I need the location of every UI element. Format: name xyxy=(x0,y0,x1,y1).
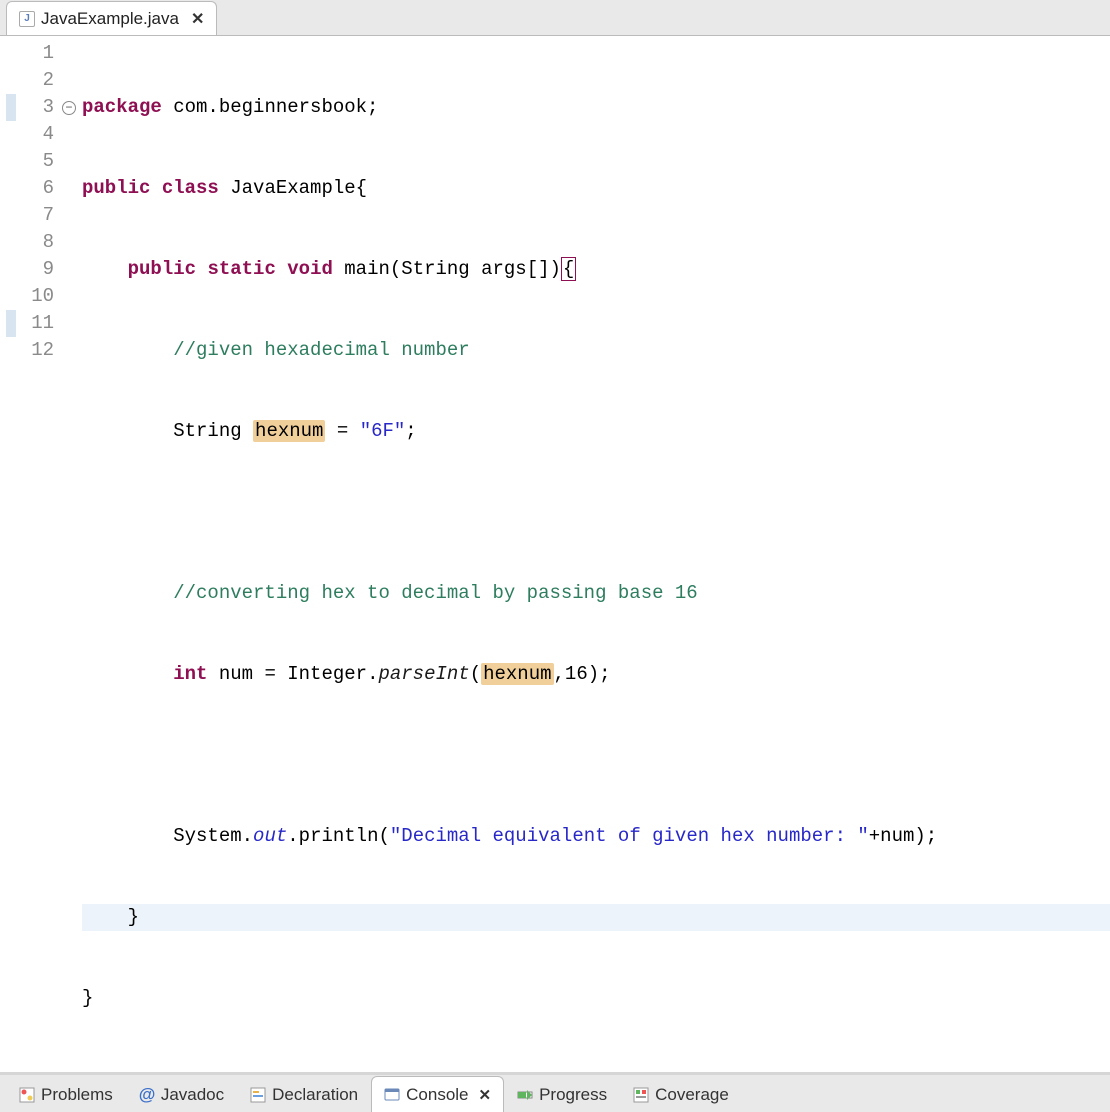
progress-icon xyxy=(517,1087,533,1103)
tab-declaration[interactable]: Declaration xyxy=(237,1076,371,1112)
close-tab-icon[interactable]: ✕ xyxy=(191,9,204,29)
editor-tab-filename: JavaExample.java xyxy=(41,9,179,29)
tab-progress[interactable]: Progress xyxy=(504,1076,620,1112)
panel-tabbar: Problems @ Javadoc Declaration Console ✕… xyxy=(0,1075,1110,1112)
console-icon xyxy=(384,1087,400,1103)
close-console-icon[interactable]: ✕ xyxy=(479,1086,492,1104)
fold-gutter: − xyxy=(60,40,78,1066)
tab-coverage[interactable]: Coverage xyxy=(620,1076,742,1112)
java-file-icon: J xyxy=(19,11,35,27)
javadoc-icon: @ xyxy=(139,1087,155,1103)
bottom-panel: Problems @ Javadoc Declaration Console ✕… xyxy=(0,1072,1110,1112)
editor-tab[interactable]: J JavaExample.java ✕ xyxy=(6,1,217,35)
marker-gutter xyxy=(0,40,18,1066)
tab-console[interactable]: Console ✕ xyxy=(371,1076,504,1112)
problems-icon xyxy=(19,1087,35,1103)
code-editor[interactable]: 1 2 3 4 5 6 7 8 9 10 11 12 − package com… xyxy=(0,36,1110,1072)
tab-javadoc[interactable]: @ Javadoc xyxy=(126,1076,237,1112)
coverage-icon xyxy=(633,1087,649,1103)
code-content[interactable]: package com.beginnersbook; public class … xyxy=(78,40,1110,1066)
fold-toggle-icon[interactable]: − xyxy=(62,101,76,115)
editor-tabbar: J JavaExample.java ✕ xyxy=(0,0,1110,36)
line-numbers: 1 2 3 4 5 6 7 8 9 10 11 12 xyxy=(18,40,60,1066)
tab-problems[interactable]: Problems xyxy=(6,1076,126,1112)
declaration-icon xyxy=(250,1087,266,1103)
